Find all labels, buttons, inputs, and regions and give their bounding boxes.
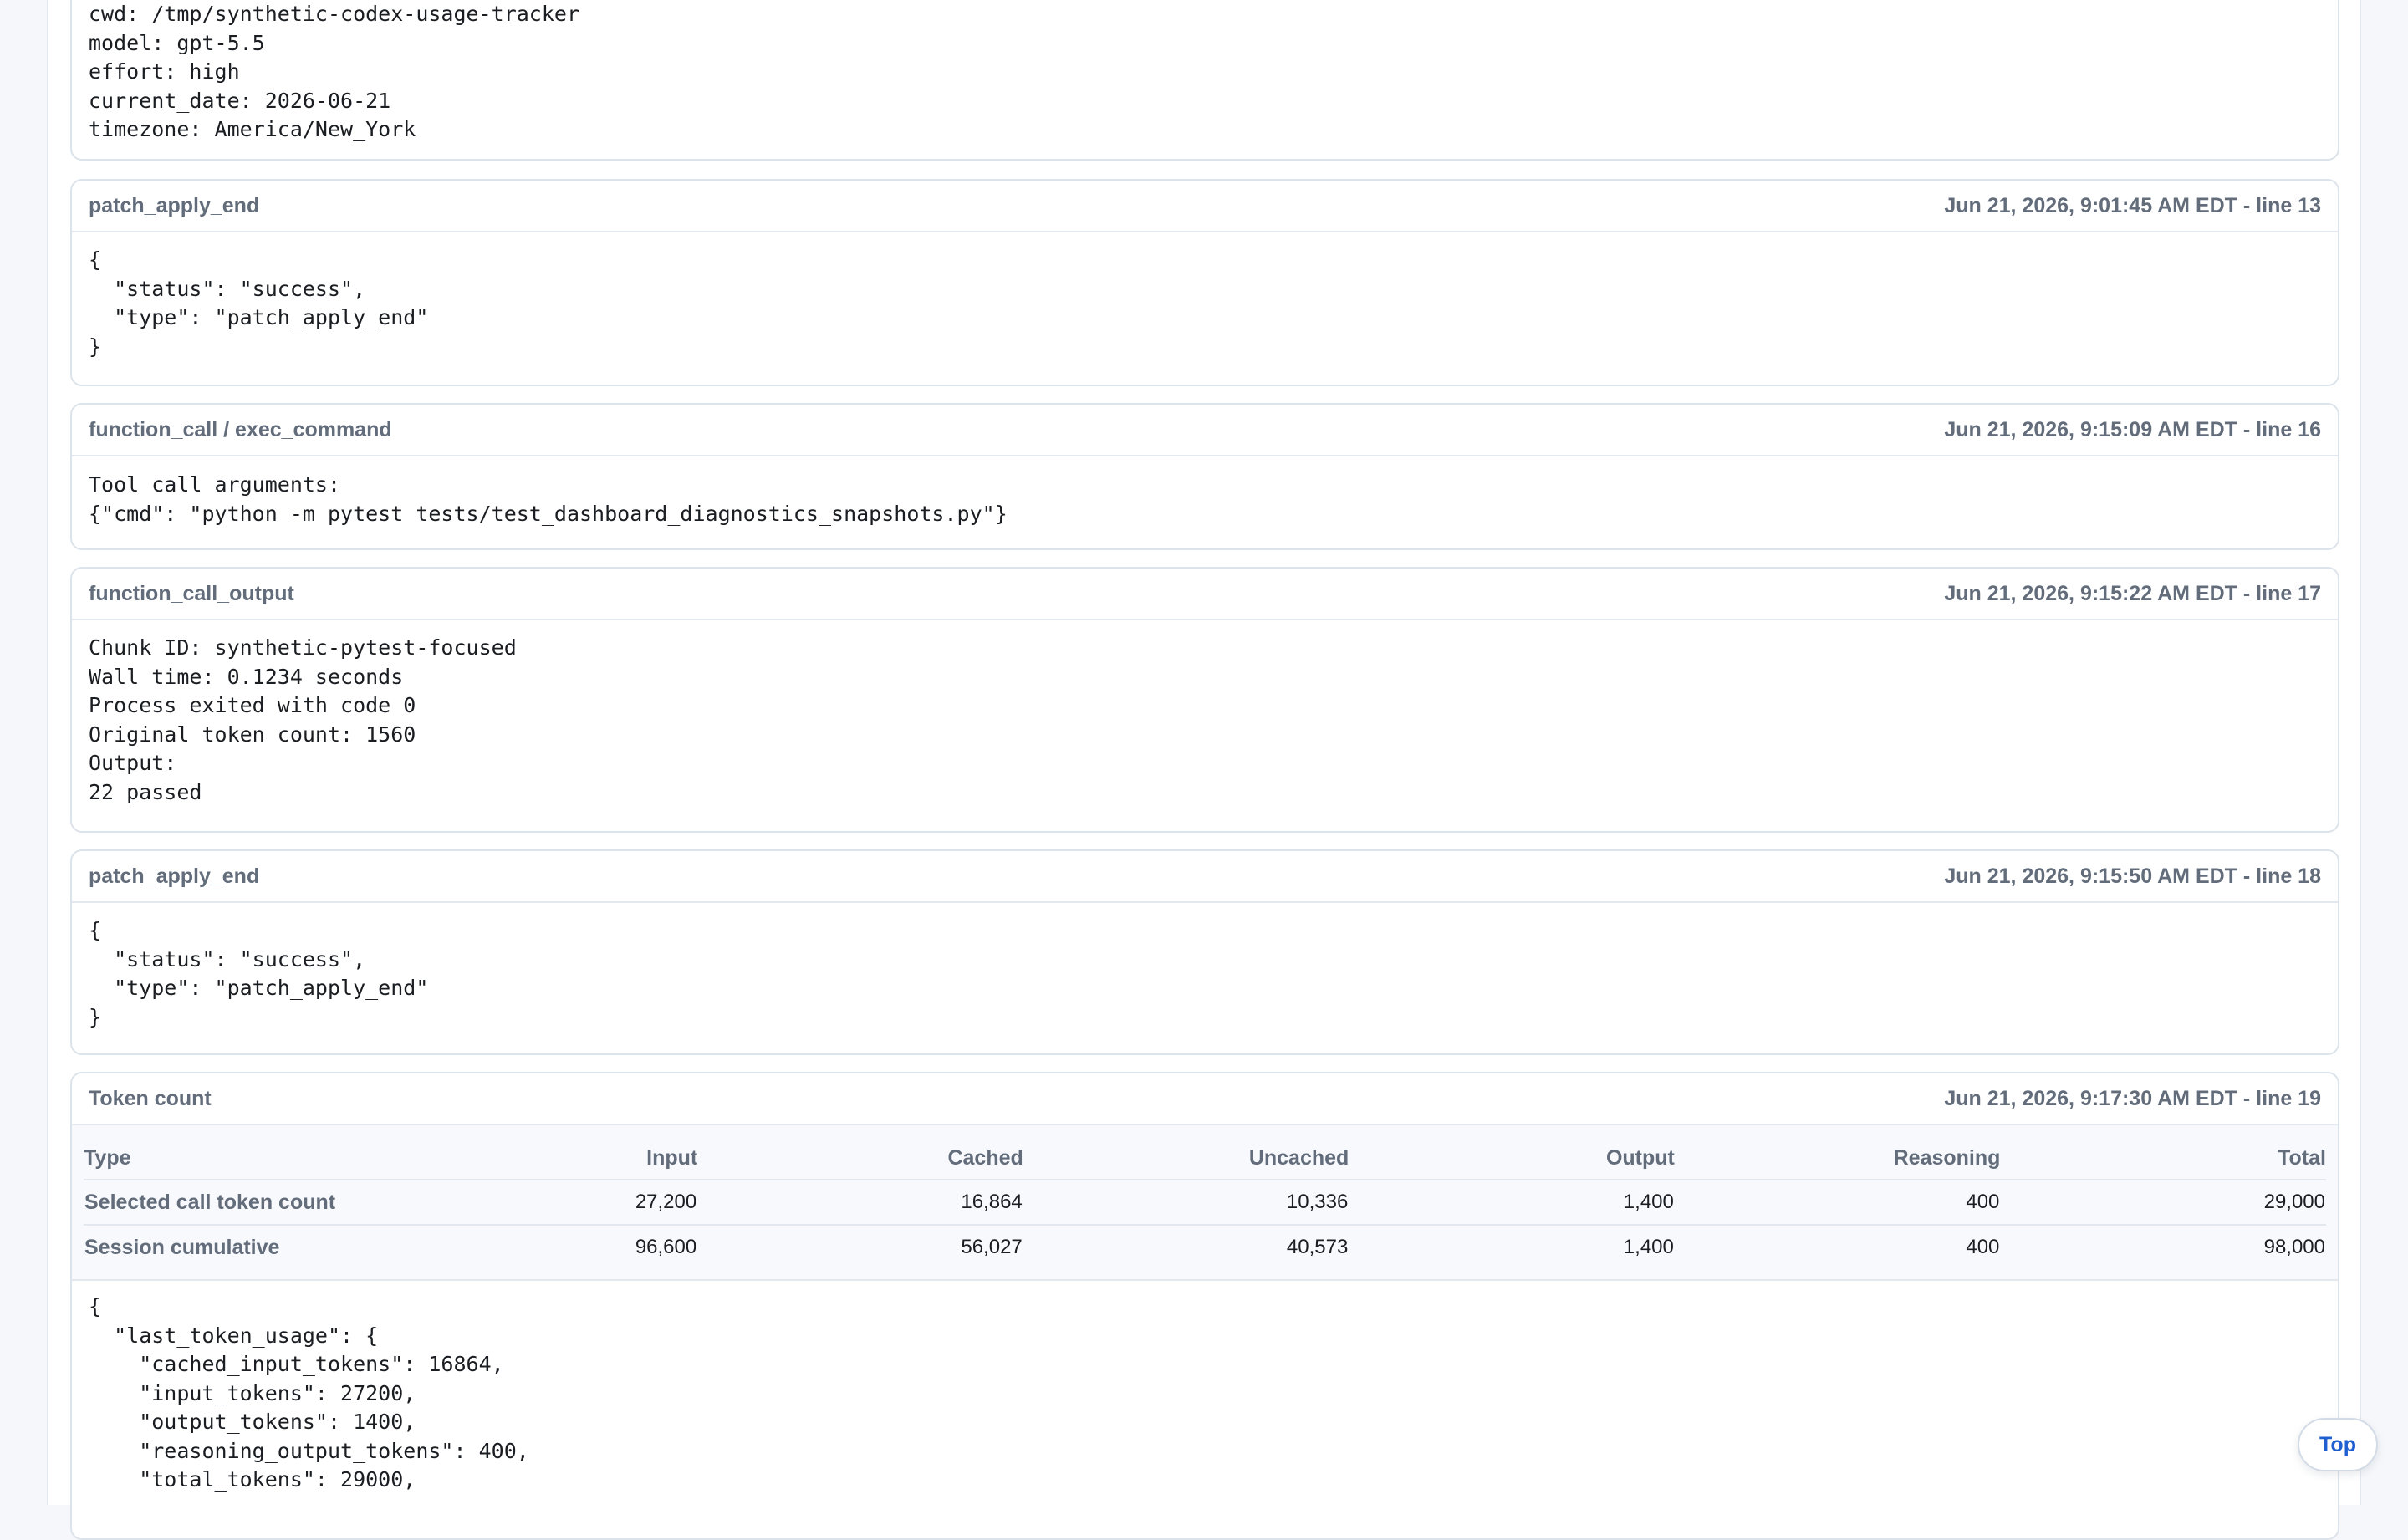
session-info-line: timezone: America/New_York: [89, 117, 416, 141]
event-header: patch_apply_end Jun 21, 2026, 9:15:50 AM…: [72, 851, 2338, 903]
token-table-container: Type Input Cached Uncached Output Reason…: [72, 1125, 2338, 1281]
token-count-title: Token count: [89, 1086, 212, 1110]
event-title: function_call_output: [89, 581, 294, 605]
token-count-raw-json: { "last_token_usage": { "cached_input_to…: [89, 1294, 529, 1492]
cell-cached: 16,864: [697, 1180, 1023, 1226]
event-card: function_call_output Jun 21, 2026, 9:15:…: [70, 567, 2339, 833]
event-card: function_call / exec_command Jun 21, 202…: [70, 403, 2339, 550]
cell-uncached: 10,336: [1023, 1180, 1349, 1226]
column-header-type: Type: [84, 1137, 372, 1180]
cell-reasoning: 400: [1674, 1180, 2001, 1226]
event-title: patch_apply_end: [89, 864, 260, 888]
token-count-header: Token count Jun 21, 2026, 9:17:30 AM EDT…: [72, 1073, 2338, 1125]
token-table-header-row: Type Input Cached Uncached Output Reason…: [84, 1137, 2326, 1180]
session-info-card: cwd: /tmp/synthetic-codex-usage-tracker …: [70, 0, 2339, 161]
token-count-timestamp: Jun 21, 2026, 9:17:30 AM EDT - line 19: [1944, 1086, 2321, 1110]
event-body: { "status": "success", "type": "patch_ap…: [89, 247, 429, 359]
session-info-line: current_date: 2026-06-21: [89, 88, 391, 113]
event-body: Tool call arguments: {"cmd": "python -m …: [89, 472, 1008, 526]
event-header: function_call / exec_command Jun 21, 202…: [72, 405, 2338, 456]
row-label: Selected call token count: [84, 1180, 372, 1226]
table-row: Session cumulative 96,600 56,027 40,573 …: [84, 1225, 2326, 1269]
event-timestamp: Jun 21, 2026, 9:01:45 AM EDT - line 13: [1944, 193, 2321, 217]
event-header: function_call_output Jun 21, 2026, 9:15:…: [72, 569, 2338, 620]
scroll-to-top-label: Top: [2319, 1432, 2356, 1456]
event-timestamp: Jun 21, 2026, 9:15:22 AM EDT - line 17: [1944, 581, 2321, 605]
column-header-total: Total: [2000, 1137, 2326, 1180]
cell-uncached: 40,573: [1286, 1236, 1349, 1258]
cell-reasoning: 400: [1966, 1236, 2000, 1258]
column-header-output: Output: [1349, 1137, 1675, 1180]
cell-total: 29,000: [2000, 1180, 2326, 1226]
column-header-input: Input: [371, 1137, 698, 1180]
token-count-card: Token count Jun 21, 2026, 9:17:30 AM EDT…: [70, 1072, 2339, 1540]
cell-output: 1,400: [1349, 1180, 1675, 1226]
table-row: Selected call token count 27,200 16,864 …: [84, 1180, 2326, 1226]
column-header-reasoning: Reasoning: [1674, 1137, 2001, 1180]
event-title: function_call / exec_command: [89, 417, 392, 441]
event-timestamp: Jun 21, 2026, 9:15:09 AM EDT - line 16: [1944, 417, 2321, 441]
token-table: Type Input Cached Uncached Output Reason…: [84, 1137, 2326, 1269]
cell-output: 1,400: [1623, 1236, 1674, 1258]
event-card: patch_apply_end Jun 21, 2026, 9:15:50 AM…: [70, 849, 2339, 1055]
scroll-to-top-button[interactable]: Top: [2298, 1418, 2378, 1471]
session-info-line: cwd: /tmp/synthetic-codex-usage-tracker: [89, 2, 579, 26]
cell-total: 98,000: [2263, 1236, 2325, 1258]
event-timestamp: Jun 21, 2026, 9:15:50 AM EDT - line 18: [1944, 864, 2321, 888]
event-title: patch_apply_end: [89, 193, 260, 217]
column-header-uncached: Uncached: [1023, 1137, 1349, 1180]
event-body: Chunk ID: synthetic-pytest-focused Wall …: [89, 635, 517, 804]
session-info-line: effort: high: [89, 59, 240, 84]
cell-input: 27,200: [371, 1180, 698, 1226]
column-header-cached: Cached: [697, 1137, 1023, 1180]
cell-cached: 56,027: [961, 1236, 1023, 1258]
session-info-line: model: gpt-5.5: [89, 30, 265, 55]
event-header: patch_apply_end Jun 21, 2026, 9:01:45 AM…: [72, 181, 2338, 232]
event-card: patch_apply_end Jun 21, 2026, 9:01:45 AM…: [70, 179, 2339, 386]
cell-input: 96,600: [635, 1236, 697, 1258]
row-label: Session cumulative: [84, 1235, 280, 1259]
event-body: { "status": "success", "type": "patch_ap…: [89, 918, 429, 1029]
